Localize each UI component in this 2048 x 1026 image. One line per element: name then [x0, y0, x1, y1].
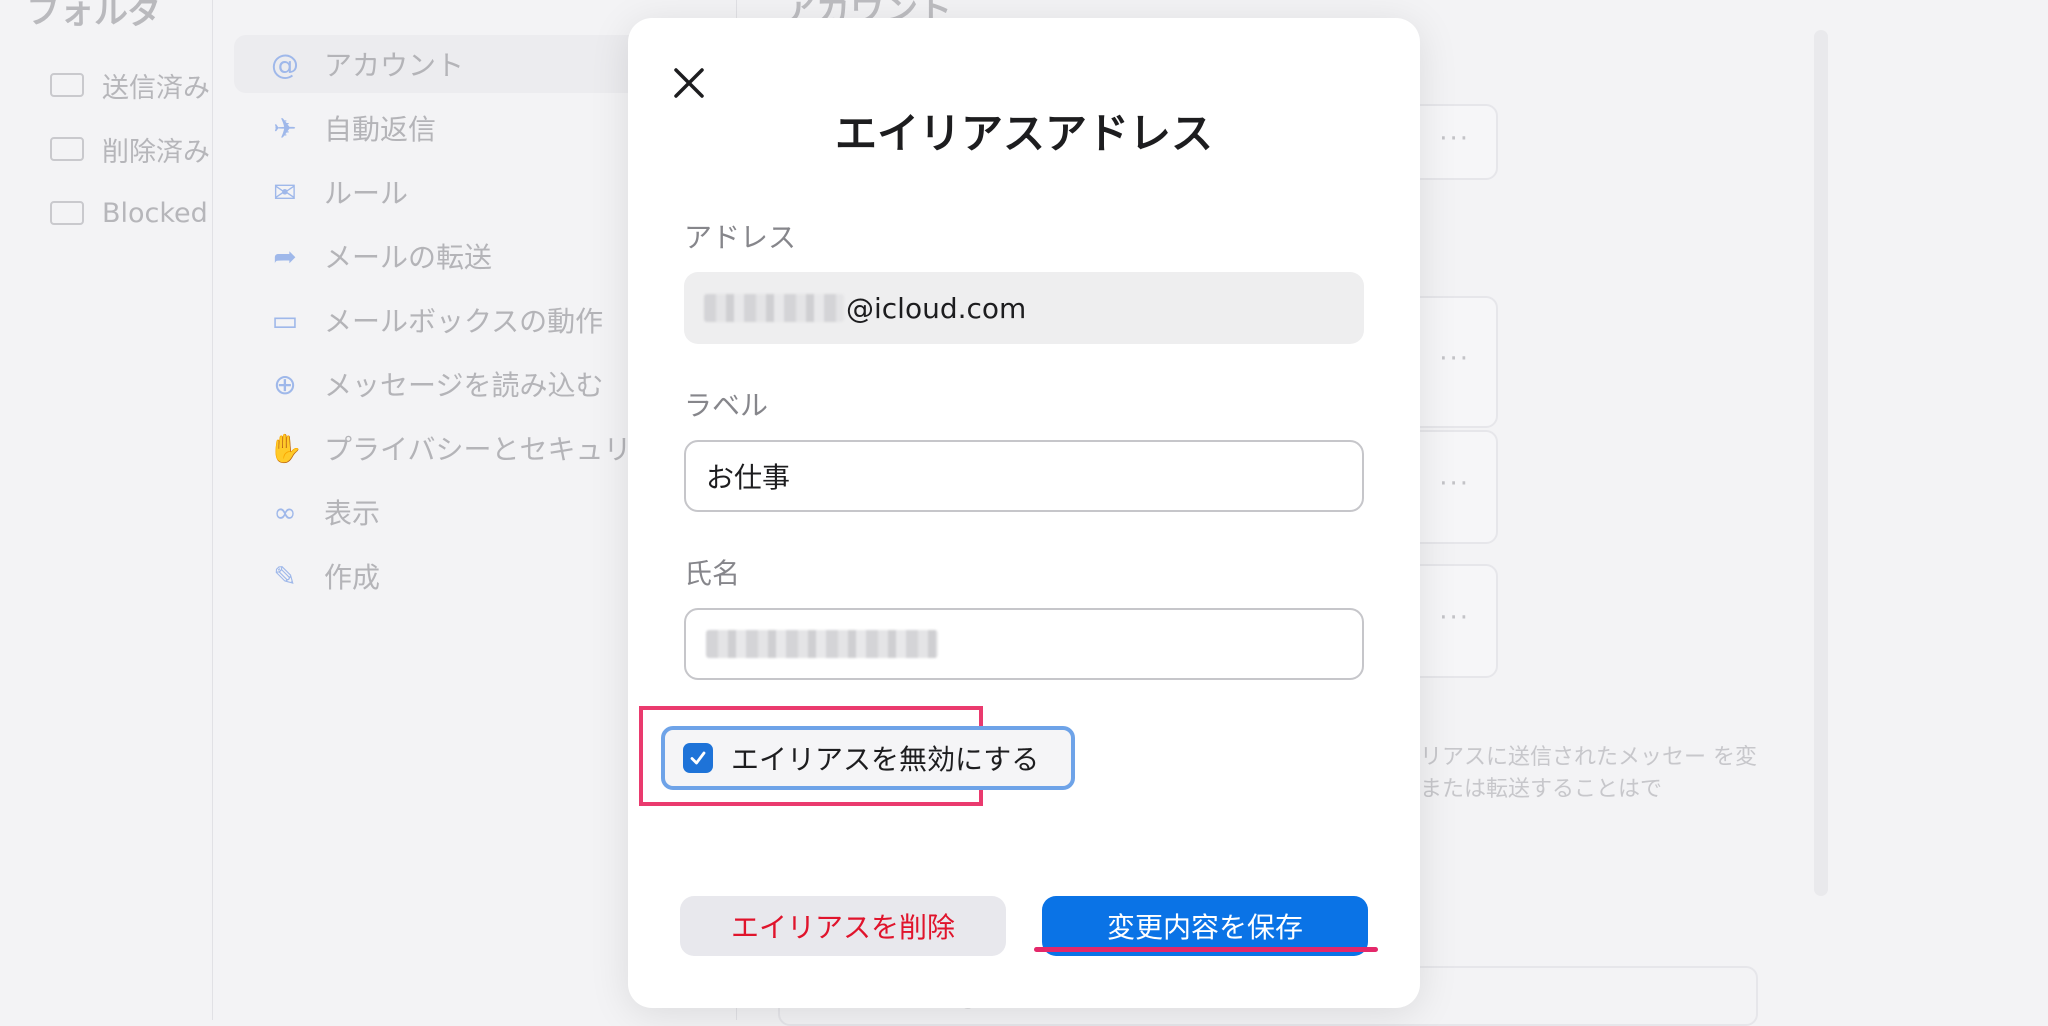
settings-item-label: メールボックスの動作 — [324, 305, 604, 338]
disable-alias-checkbox[interactable] — [683, 743, 713, 773]
download-icon: ⊕ — [273, 367, 297, 401]
annotation-underline — [1034, 947, 1378, 952]
redacted-name — [706, 630, 938, 658]
more-icon[interactable]: ··· — [1439, 124, 1470, 154]
settings-item-label: メッセージを読み込む — [324, 369, 604, 402]
checkmark-icon — [690, 751, 706, 765]
forward-arrow-icon: ➦ — [273, 239, 297, 273]
folder-item-trash[interactable]: 削除済み — [50, 132, 210, 168]
settings-item-label: 自動返信 — [324, 113, 437, 146]
folders-title: フォルダ — [26, 0, 162, 32]
compose-icon: ✎ — [273, 559, 297, 593]
name-field-label: 氏名 — [684, 557, 741, 590]
folder-item-blocked[interactable]: Blocked — [50, 196, 208, 230]
label-field-label: ラベル — [684, 389, 769, 422]
disable-alias-checkbox-row[interactable]: エイリアスを無効にする — [661, 726, 1075, 790]
settings-item-label: ルール — [324, 177, 409, 210]
full-name-input[interactable] — [684, 608, 1364, 680]
redacted-username — [704, 294, 844, 322]
folder-icon — [50, 73, 84, 97]
settings-item-label: 表示 — [324, 497, 381, 530]
folder-item-sent[interactable]: 送信済み — [50, 68, 210, 104]
alias-note-text: ィリアスに送信されたメッセー を変更または転送することはで — [1398, 745, 1757, 802]
paper-plane-icon: ✈ — [273, 111, 297, 145]
label-input[interactable]: お仕事 — [684, 440, 1364, 512]
folder-icon — [50, 201, 84, 225]
settings-item-label: アカウント — [324, 49, 465, 82]
more-icon[interactable]: ··· — [1439, 603, 1470, 633]
disable-alias-label: エイリアスを無効にする — [731, 743, 1040, 776]
address-label: アドレス — [684, 221, 797, 254]
folder-label: 送信済み — [102, 72, 210, 104]
folder-icon: ▭ — [271, 303, 299, 337]
glasses-icon: ∞ — [273, 495, 297, 529]
folder-label: Blocked — [102, 197, 208, 229]
folders-column: フォルダ 送信済み 削除済み Blocked — [0, 0, 212, 1020]
settings-item-label: メールの転送 — [324, 241, 493, 274]
scrollbar[interactable] — [1814, 30, 1828, 896]
envelope-rule-icon: ✉ — [273, 175, 297, 209]
folder-label: 削除済み — [102, 136, 210, 168]
more-icon[interactable]: ··· — [1439, 344, 1470, 374]
settings-item-label: 作成 — [324, 561, 381, 594]
column-divider — [212, 0, 213, 1020]
dialog-title: エイリアスアドレス — [834, 109, 1213, 158]
address-field: @icloud.com — [684, 272, 1364, 344]
label-input-value: お仕事 — [706, 461, 791, 494]
address-domain: @icloud.com — [846, 291, 1027, 325]
more-icon[interactable]: ··· — [1439, 469, 1470, 499]
alias-address-dialog: エイリアスアドレス アドレス @icloud.com ラベル お仕事 氏名 エイ… — [628, 18, 1420, 1008]
hand-icon: ✋ — [268, 431, 303, 465]
delete-alias-button[interactable]: エイリアスを削除 — [680, 896, 1006, 956]
folder-icon — [50, 137, 84, 161]
close-icon — [674, 68, 704, 98]
at-icon: @ — [271, 47, 299, 81]
